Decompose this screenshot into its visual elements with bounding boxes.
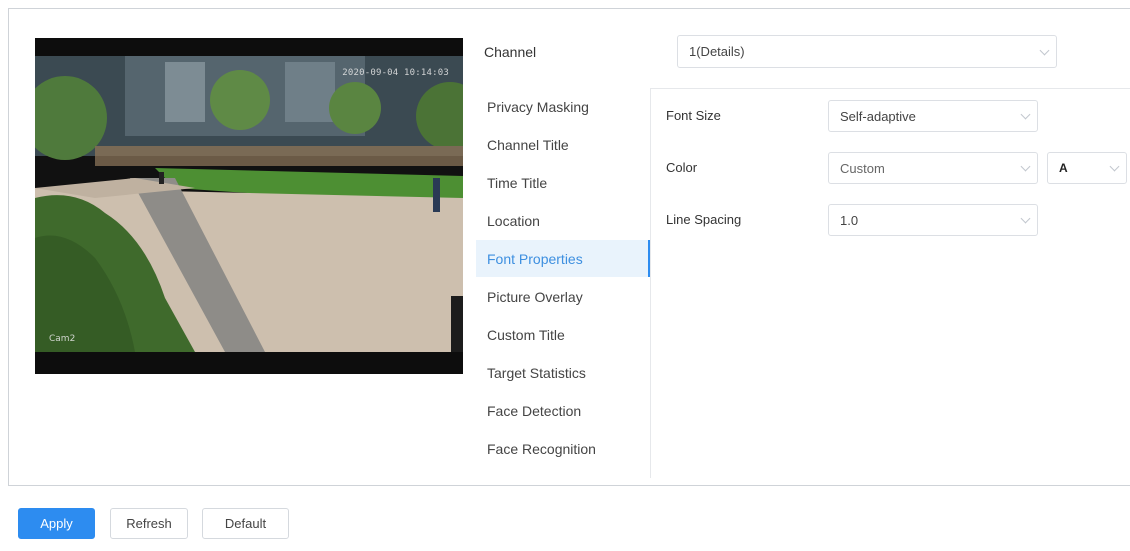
menu-item-label: Font Properties [487, 250, 583, 267]
chevron-down-icon [1020, 161, 1031, 172]
font-size-select[interactable]: Self-adaptive [828, 100, 1038, 132]
menu-item-label: Time Title [487, 174, 548, 191]
font-color-icon: A [1059, 161, 1068, 175]
channel-label: Channel [484, 44, 537, 60]
menu-item-label: Location [487, 212, 540, 229]
camera-label: Cam2 [49, 334, 76, 344]
default-button[interactable]: Default [202, 508, 289, 539]
menu-item-label: Custom Title [487, 326, 565, 343]
menu-item-privacy-masking[interactable]: Privacy Masking [476, 88, 651, 125]
menu-item-label: Channel Title [487, 136, 569, 153]
video-preview[interactable]: 2020-09-04 10:14:03 Cam2 [35, 38, 463, 374]
menu-item-label: Face Recognition [487, 440, 596, 457]
channel-select-value: 1(Details) [689, 44, 745, 59]
menu-item-picture-overlay[interactable]: Picture Overlay [476, 278, 651, 315]
menu-item-face-detection[interactable]: Face Detection [476, 392, 651, 429]
video-timestamp: 2020-09-04 10:14:03 [342, 68, 449, 78]
menu-divider [650, 88, 651, 478]
menu-item-channel-title[interactable]: Channel Title [476, 126, 651, 163]
line-spacing-label: Line Spacing [666, 212, 742, 227]
chevron-down-icon [1109, 161, 1120, 172]
font-size-label: Font Size [666, 108, 721, 123]
channel-select[interactable]: 1(Details) [677, 35, 1057, 68]
content-divider [650, 88, 1130, 89]
menu-item-label: Picture Overlay [487, 288, 583, 305]
apply-button[interactable]: Apply [18, 508, 95, 539]
refresh-button[interactable]: Refresh [110, 508, 188, 539]
color-value: Custom [840, 160, 885, 176]
chevron-down-icon [1020, 109, 1031, 120]
color-select[interactable]: Custom [828, 152, 1038, 184]
menu-item-target-statistics[interactable]: Target Statistics [476, 354, 651, 391]
line-spacing-value: 1.0 [840, 212, 859, 228]
line-spacing-select[interactable]: 1.0 [828, 204, 1038, 236]
camera-scene-image [35, 38, 463, 374]
color-picker-select[interactable]: A [1047, 152, 1127, 184]
menu-item-label: Target Statistics [487, 364, 586, 381]
menu-item-time-title[interactable]: Time Title [476, 164, 651, 201]
chevron-down-icon [1020, 213, 1031, 224]
overlay-menu: Privacy Masking Channel Title Time Title… [476, 88, 651, 478]
menu-item-location[interactable]: Location [476, 202, 651, 239]
menu-item-custom-title[interactable]: Custom Title [476, 316, 651, 353]
menu-item-label: Privacy Masking [487, 98, 589, 115]
chevron-down-icon [1039, 45, 1050, 55]
color-label: Color [666, 160, 698, 175]
menu-item-font-properties[interactable]: Font Properties [476, 240, 651, 277]
menu-item-label: Face Detection [487, 402, 582, 419]
menu-item-face-recognition[interactable]: Face Recognition [476, 430, 651, 467]
font-size-value: Self-adaptive [840, 108, 916, 124]
